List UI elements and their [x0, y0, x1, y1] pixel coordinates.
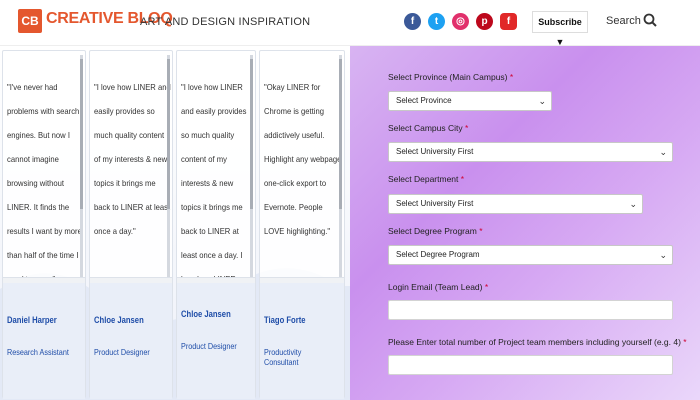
testimonial-name: Daniel Harper — [7, 315, 57, 325]
login-email-label: Login Email (Team Lead) * — [388, 282, 488, 292]
card-scrollbar-thumb[interactable] — [80, 59, 83, 209]
testimonial-card: "Okay LINER for Chrome is getting addict… — [259, 50, 345, 399]
chevron-down-icon: ⌄ — [538, 96, 546, 106]
registration-form: Select Province (Main Campus) * Select P… — [350, 46, 700, 400]
testimonial-quote: "Okay LINER for Chrome is getting addict… — [264, 82, 342, 236]
required-mark: * — [683, 337, 687, 347]
testimonial-role: Research Assistant — [7, 347, 69, 357]
campus-city-label: Select Campus City * — [388, 123, 468, 133]
testimonial-name: Chloe Jansen — [181, 309, 231, 319]
site-header: CB CREATIVE BLOQ ART AND DESIGN INSPIRAT… — [0, 0, 700, 47]
logo-badge[interactable]: CB — [18, 9, 42, 33]
campus-city-select-value: Select University First — [396, 147, 474, 156]
search-icon[interactable] — [643, 13, 657, 27]
degree-label: Select Degree Program * — [388, 226, 483, 236]
testimonial-role: Product Designer — [94, 347, 150, 357]
subscribe-button[interactable]: Subscribe ▼ — [532, 11, 588, 47]
twitter-icon[interactable]: t — [428, 13, 445, 30]
instagram-icon[interactable]: ◎ — [452, 13, 469, 30]
testimonials-section: "I've never had problems with search eng… — [0, 46, 350, 400]
login-email-label-text: Login Email (Team Lead) — [388, 282, 483, 292]
testimonial-card: "I've never had problems with search eng… — [2, 50, 86, 399]
search-label[interactable]: Search — [606, 15, 641, 27]
chevron-down-icon: ⌄ — [659, 147, 667, 157]
province-select[interactable]: Select Province ⌄ — [388, 91, 552, 111]
province-select-value: Select Province — [396, 96, 452, 105]
card-scrollbar-thumb[interactable] — [339, 59, 342, 209]
card-scrollbar-thumb[interactable] — [250, 59, 253, 209]
site-tagline: ART AND DESIGN INSPIRATION — [140, 16, 311, 28]
testimonial-card: "I love how LINER and easily provides so… — [89, 50, 173, 399]
card-footer — [90, 283, 172, 399]
login-email-field[interactable] — [388, 300, 673, 320]
testimonial-role: Product Designer — [181, 341, 237, 351]
campus-city-select[interactable]: Select University First ⌄ — [388, 142, 673, 162]
department-select[interactable]: Select University First ⌄ — [388, 194, 643, 214]
required-mark: * — [460, 174, 465, 184]
team-members-field[interactable] — [388, 355, 673, 375]
testimonial-name: Tiago Forte — [264, 315, 306, 325]
chevron-down-icon: ⌄ — [629, 199, 637, 209]
required-mark: * — [484, 282, 489, 292]
testimonial-card: "I love how LINER and easily provides so… — [176, 50, 256, 399]
facebook-icon[interactable]: f — [404, 13, 421, 30]
testimonial-quote: "I've never had problems with search eng… — [7, 82, 82, 284]
card-footer — [3, 283, 85, 399]
province-label: Select Province (Main Campus) * — [388, 72, 513, 82]
required-mark: * — [479, 226, 483, 236]
team-members-label: Please Enter total number of Project tea… — [388, 337, 687, 347]
flipboard-icon[interactable]: f — [500, 13, 517, 30]
social-links: f t ◎ p f — [404, 13, 517, 30]
campus-city-label-text: Select Campus City — [388, 123, 463, 133]
degree-label-text: Select Degree Program — [388, 226, 477, 236]
department-label-text: Select Department — [388, 174, 459, 184]
testimonial-quote: "I love how LINER and easily provides so… — [94, 82, 171, 236]
pinterest-icon[interactable]: p — [476, 13, 493, 30]
required-mark: * — [465, 123, 469, 133]
card-footer — [260, 283, 344, 399]
team-members-label-text: Please Enter total number of Project tea… — [388, 337, 681, 347]
degree-select[interactable]: Select Degree Program ⌄ — [388, 245, 673, 265]
chevron-down-icon: ⌄ — [659, 250, 667, 260]
province-label-text: Select Province (Main Campus) — [388, 72, 508, 82]
testimonial-name: Chloe Jansen — [94, 315, 144, 325]
degree-select-value: Select Degree Program — [396, 250, 480, 259]
testimonial-role: Productivity Consultant — [264, 347, 302, 367]
department-select-value: Select University First — [396, 199, 474, 208]
card-scrollbar-thumb[interactable] — [167, 59, 170, 209]
department-label: Select Department * — [388, 174, 464, 184]
required-mark: * — [509, 72, 514, 82]
